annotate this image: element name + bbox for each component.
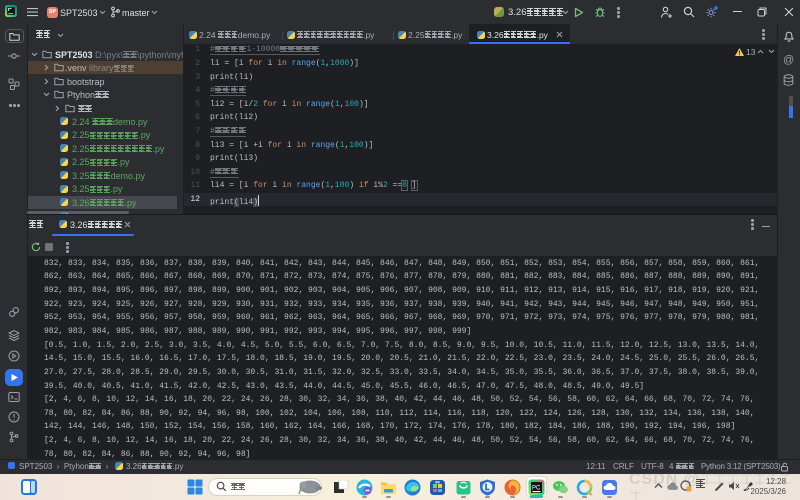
svg-text:PC: PC <box>532 486 541 492</box>
